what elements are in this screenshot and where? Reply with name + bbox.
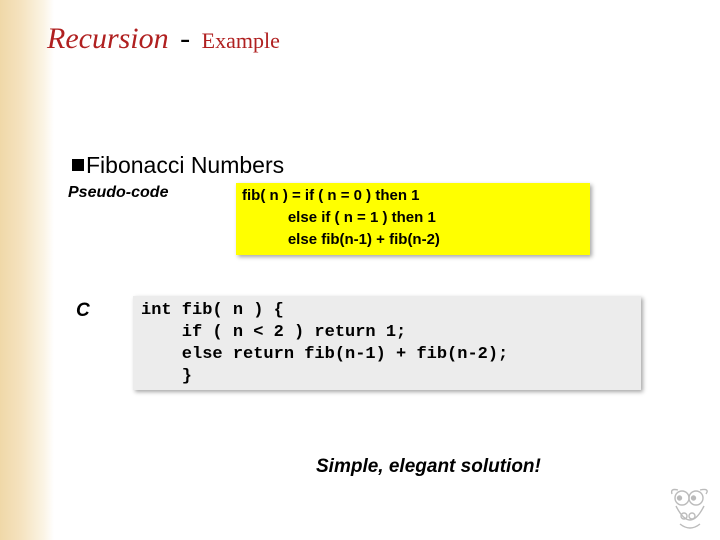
corner-doodle-icon [666, 486, 714, 534]
c-label: C [76, 300, 90, 322]
pseudo-code-label: Pseudo-code [68, 184, 168, 202]
bullet-square-icon [72, 159, 84, 171]
tagline: Simple, elegant solution! [316, 456, 541, 478]
pseudo-code-box: fib( n ) = if ( n = 0 ) then 1 else if (… [236, 183, 590, 255]
title-word-example: Example [202, 30, 280, 52]
bullet-text: Fibonacci Numbers [86, 152, 284, 178]
c-code-box: int fib( n ) { if ( n < 2 ) return 1; el… [133, 296, 641, 390]
slide-title: Recursion - Example [47, 24, 280, 54]
title-word-recursion: Recursion [47, 24, 169, 54]
bullet-fibonacci: Fibonacci Numbers [72, 152, 284, 179]
slide: Recursion - Example Fibonacci Numbers Ps… [0, 0, 720, 540]
title-dash: - [180, 24, 190, 54]
